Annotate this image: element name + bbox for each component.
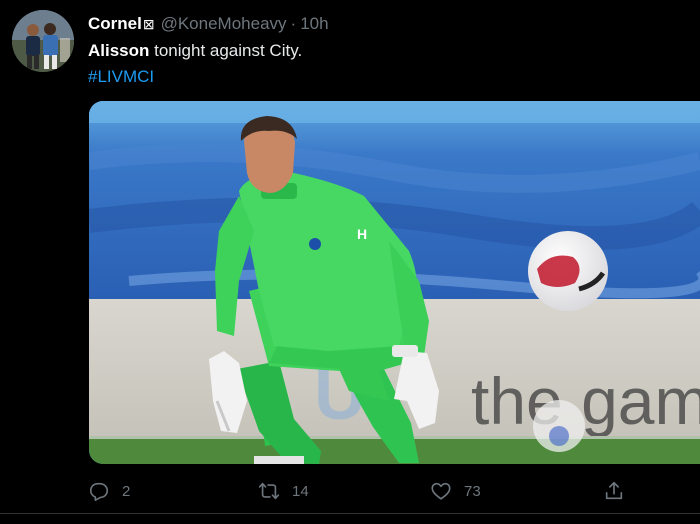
sponsor-logo: H <box>357 226 367 242</box>
tweet-divider <box>0 513 700 514</box>
reply-icon <box>89 482 109 501</box>
ball <box>528 231 608 311</box>
avatar[interactable] <box>12 10 74 72</box>
name-emoji-icon: ⊠ <box>142 16 155 32</box>
reply-count: 2 <box>122 482 131 500</box>
tweet-image[interactable]: U the game H <box>89 101 700 464</box>
reply-button[interactable]: 2 <box>88 474 130 508</box>
heart-icon <box>431 482 451 500</box>
tweet-header: Cornel⊠ @KoneMoheavy · 10h <box>88 13 329 35</box>
separator-dot: · <box>290 14 297 33</box>
tweet-text-bold: Alisson <box>88 41 150 60</box>
author-handle[interactable]: @KoneMoheavy <box>161 14 287 33</box>
banner-text: the game <box>471 364 700 438</box>
retweet-count: 14 <box>292 482 309 500</box>
goalkeeper-photo: U the game H <box>89 101 700 464</box>
author-name[interactable]: Cornel <box>88 14 142 33</box>
tweet-card[interactable]: Cornel⊠ @KoneMoheavy · 10h Alisson tonight … <box>0 0 700 524</box>
like-count: 73 <box>464 482 481 500</box>
hashtag-link[interactable]: #LIVMCI <box>88 66 154 88</box>
tweet-timestamp[interactable]: 10h <box>300 14 328 33</box>
tweet-text: Alisson tonight against City. <box>88 40 302 62</box>
retweet-icon <box>258 482 280 500</box>
tweet-actions: 2 14 73 <box>0 474 700 508</box>
retweet-button[interactable]: 14 <box>258 474 309 508</box>
tweet-text-rest: tonight against City. <box>149 41 303 60</box>
share-button[interactable] <box>603 474 637 508</box>
like-button[interactable]: 73 <box>430 474 481 508</box>
share-icon <box>605 481 623 500</box>
